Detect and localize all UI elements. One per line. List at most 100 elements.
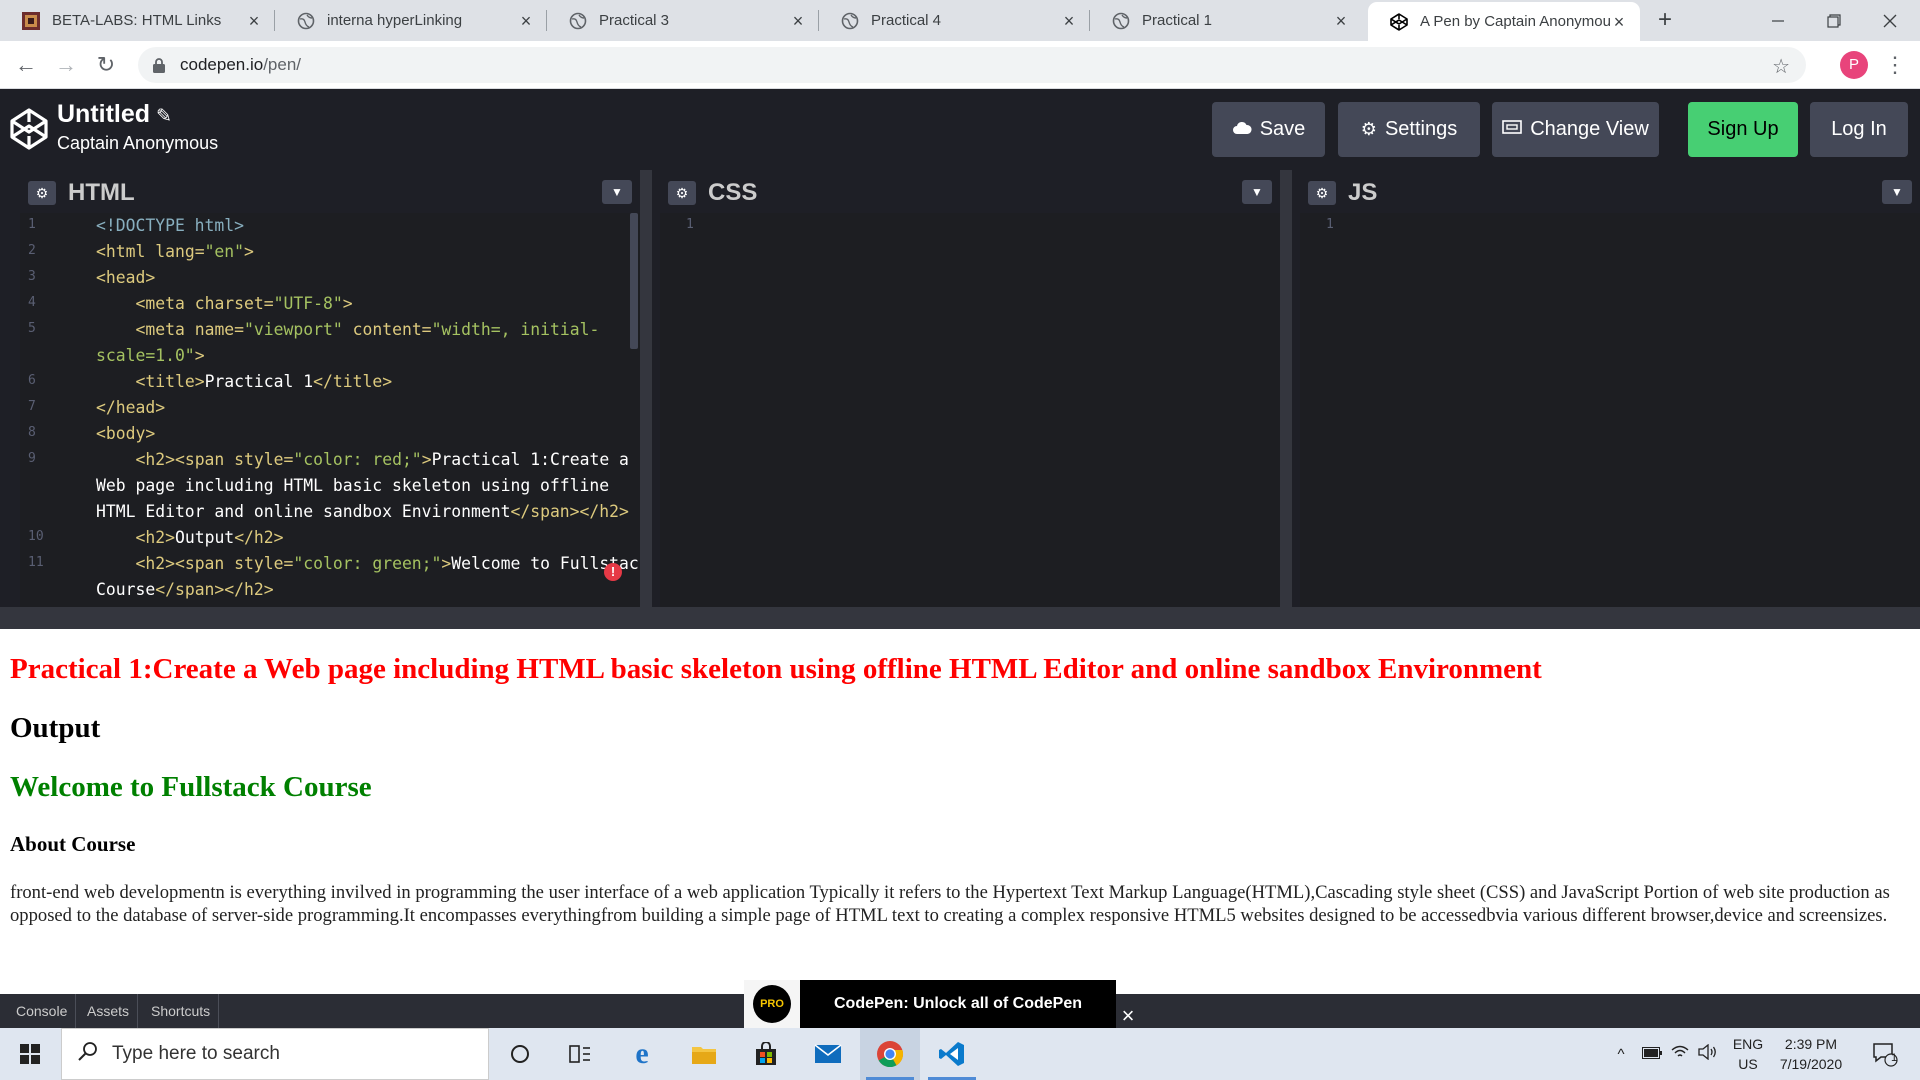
promo-close-icon[interactable]: × bbox=[1116, 1004, 1140, 1028]
notification-center-icon[interactable]: 1 bbox=[1860, 1028, 1910, 1080]
bookmark-star-icon[interactable]: ☆ bbox=[1772, 54, 1790, 79]
input-language-indicator[interactable]: ENG US bbox=[1730, 1034, 1766, 1074]
line-number: 5 bbox=[28, 321, 36, 336]
taskbar-clock[interactable]: 2:39 PM 7/19/2020 bbox=[1768, 1034, 1854, 1074]
cortana-icon[interactable] bbox=[490, 1028, 550, 1080]
line-number: 1 bbox=[28, 217, 36, 232]
globe-icon bbox=[297, 12, 315, 30]
promo-text: CodePen: Unlock all of CodePen bbox=[833, 995, 1083, 1012]
js-settings-gear-icon[interactable]: ⚙ bbox=[1308, 181, 1336, 205]
line-number: 3 bbox=[28, 269, 36, 284]
output-resize-handle[interactable] bbox=[0, 607, 1920, 629]
back-arrow-icon[interactable]: ← bbox=[14, 53, 38, 77]
line-gutter: 1 2 3 4 5 6 7 8 9 10 11 bbox=[20, 213, 74, 607]
clock-date: 7/19/2020 bbox=[1779, 1056, 1843, 1072]
html-code-area[interactable]: 1 2 3 4 5 6 7 8 9 10 11 <!DOCTYPE html> … bbox=[20, 213, 640, 607]
browser-tab[interactable]: Practical 4 × bbox=[819, 0, 1090, 41]
css-settings-gear-icon[interactable]: ⚙ bbox=[668, 181, 696, 205]
pen-author: Captain Anonymous bbox=[57, 133, 219, 153]
line-number: 1 bbox=[686, 217, 694, 232]
settings-label: Settings bbox=[1384, 118, 1458, 140]
cloud-icon bbox=[1232, 119, 1252, 140]
js-editor-title: JS bbox=[1348, 179, 1378, 206]
line-number: 6 bbox=[28, 373, 36, 388]
tab-label: interna hyperLinking bbox=[327, 12, 463, 29]
tray-overflow-chevron-icon[interactable]: ^ bbox=[1610, 1046, 1632, 1063]
store-icon[interactable] bbox=[736, 1028, 796, 1080]
mail-icon[interactable] bbox=[798, 1028, 858, 1080]
editor-resize-handle[interactable] bbox=[1280, 170, 1292, 607]
chevron-down-icon[interactable]: ▼ bbox=[1882, 180, 1912, 204]
css-editor-header: ⚙ CSS ▼ bbox=[660, 170, 1280, 213]
shortcuts-button[interactable]: Shortcuts bbox=[143, 994, 220, 1028]
save-label: Save bbox=[1259, 118, 1306, 140]
vscode-icon[interactable] bbox=[922, 1028, 982, 1080]
tab-label: BETA-LABS: HTML Links bbox=[52, 12, 222, 29]
tab-close-icon[interactable]: × bbox=[1332, 12, 1350, 30]
line-number: 2 bbox=[28, 243, 36, 258]
search-placeholder: Type here to search bbox=[112, 1043, 280, 1064]
volume-icon[interactable] bbox=[1694, 1043, 1722, 1064]
log-in-button[interactable]: Log In bbox=[1810, 102, 1908, 157]
reload-icon[interactable]: ↻ bbox=[94, 53, 118, 77]
pro-promo-banner[interactable]: PRO CodePen: Unlock all of CodePen bbox=[744, 980, 1116, 1028]
assets-button[interactable]: Assets bbox=[79, 994, 139, 1028]
css-editor: ⚙ CSS ▼ 1 bbox=[660, 170, 1280, 607]
new-tab-button[interactable]: + bbox=[1651, 8, 1679, 34]
taskbar-search-input[interactable]: Type here to search bbox=[61, 1028, 489, 1080]
windows-taskbar: Type here to search e ^ ENG US 2:39 PM 7… bbox=[0, 1028, 1920, 1080]
address-bar[interactable]: codepen.io/pen/ ☆ bbox=[138, 47, 1806, 83]
notification-count: 1 bbox=[1891, 1052, 1898, 1064]
layout-view-icon bbox=[1502, 119, 1523, 140]
editor-area: ⚙ HTML ▼ 1 2 3 4 5 6 7 8 9 10 11 <!DOCTY… bbox=[0, 170, 1920, 607]
console-button[interactable]: Console bbox=[8, 994, 77, 1028]
chevron-down-icon[interactable]: ▼ bbox=[1242, 180, 1272, 204]
chevron-down-icon[interactable]: ▼ bbox=[602, 180, 632, 204]
editor-scrollbar[interactable] bbox=[630, 213, 638, 349]
pen-title[interactable]: Untitled bbox=[57, 100, 150, 129]
change-view-button[interactable]: Change View bbox=[1492, 102, 1659, 157]
codepen-logo-icon[interactable] bbox=[10, 108, 48, 150]
save-button[interactable]: Save bbox=[1212, 102, 1325, 157]
browser-tab[interactable]: interna hyperLinking × bbox=[275, 0, 547, 41]
window-restore-button[interactable] bbox=[1804, 0, 1864, 41]
settings-button[interactable]: ⚙ Settings bbox=[1338, 102, 1480, 157]
window-minimize-button[interactable] bbox=[1748, 0, 1808, 41]
html-editor-header: ⚙ HTML ▼ bbox=[20, 170, 640, 213]
file-explorer-icon[interactable] bbox=[674, 1028, 734, 1080]
browser-tab[interactable]: BETA-LABS: HTML Links × bbox=[0, 0, 275, 41]
system-tray: ^ bbox=[1610, 1028, 1722, 1080]
tab-close-icon[interactable]: × bbox=[1060, 12, 1078, 30]
editor-resize-handle[interactable] bbox=[640, 170, 652, 607]
browser-tab-active[interactable]: A Pen by Captain Anonymou × bbox=[1368, 2, 1640, 41]
html-settings-gear-icon[interactable]: ⚙ bbox=[28, 181, 56, 205]
tab-label: Practical 4 bbox=[871, 12, 942, 29]
line-number: 4 bbox=[28, 295, 36, 310]
browser-menu-icon[interactable]: ⋮ bbox=[1884, 51, 1906, 79]
window-close-button[interactable] bbox=[1860, 0, 1920, 41]
edge-browser-icon[interactable]: e bbox=[612, 1028, 672, 1080]
task-view-icon[interactable] bbox=[550, 1028, 610, 1080]
battery-icon[interactable] bbox=[1638, 1046, 1666, 1063]
browser-toolbar: ← → ↻ codepen.io/pen/ ☆ P ⋮ bbox=[0, 41, 1920, 89]
output-paragraph: front-end web developmentn is everything… bbox=[10, 882, 1890, 926]
js-code-area[interactable]: 1 bbox=[1300, 213, 1920, 607]
tab-close-icon[interactable]: × bbox=[789, 12, 807, 30]
tab-label: Practical 3 bbox=[599, 12, 670, 29]
chrome-icon[interactable] bbox=[860, 1028, 920, 1080]
error-indicator-icon[interactable]: ! bbox=[604, 563, 622, 581]
browser-tab[interactable]: Practical 3 × bbox=[547, 0, 819, 41]
sign-up-button[interactable]: Sign Up bbox=[1688, 102, 1798, 157]
globe-icon bbox=[569, 12, 587, 30]
windows-start-icon[interactable] bbox=[0, 1028, 60, 1080]
browser-tab[interactable]: Practical 1 × bbox=[1090, 0, 1362, 41]
tab-close-icon[interactable]: × bbox=[245, 12, 263, 30]
edit-pencil-icon[interactable]: ✎ bbox=[156, 105, 172, 128]
globe-icon bbox=[1112, 12, 1130, 30]
css-code-area[interactable]: 1 bbox=[660, 213, 1280, 607]
tab-close-icon[interactable]: × bbox=[1610, 13, 1628, 31]
profile-avatar[interactable]: P bbox=[1840, 51, 1868, 79]
forward-arrow-icon[interactable]: → bbox=[54, 53, 78, 77]
tab-close-icon[interactable]: × bbox=[517, 12, 535, 30]
wifi-icon[interactable] bbox=[1666, 1045, 1694, 1063]
